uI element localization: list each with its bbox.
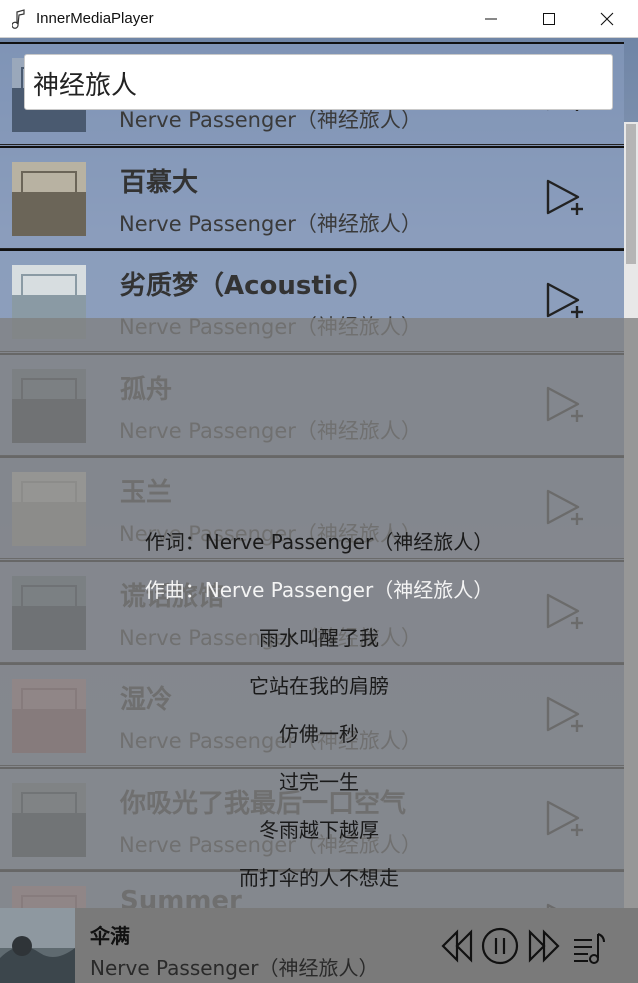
album-cover[interactable] [12,161,86,236]
lyrics-overlay[interactable]: 作词：Nerve Passenger（神经旅人） 作曲：Nerve Passeng… [0,318,638,908]
lyric-line: 它站在我的肩膀 [249,674,389,698]
scrollbar-thumb[interactable] [626,124,636,264]
song-artist: Nerve Passenger（神经旅人） [119,211,422,236]
window-title: InnerMediaPlayer [36,10,154,27]
now-playing-artist: Nerve Passenger（神经旅人） [90,956,379,980]
now-playing-title: 伞满 [90,924,130,948]
now-playing-cover[interactable] [0,908,75,983]
lyric-line: 雨水叫醒了我 [259,626,379,650]
lyric-line: 作曲：Nerve Passenger（神经旅人） [144,578,494,602]
add-to-queue-icon[interactable] [544,178,586,222]
title-bar: InnerMediaPlayer [0,0,638,38]
close-button[interactable] [578,0,636,38]
lyric-line: 冬雨越下越厚 [259,818,379,842]
playlist-icon[interactable] [570,926,610,966]
lyric-line: 作词：Nerve Passenger（神经旅人） [144,530,494,554]
song-title: 百慕大 [120,167,199,198]
music-note-icon [12,9,25,29]
pause-icon[interactable] [480,926,520,966]
previous-icon[interactable] [437,926,477,966]
song-row[interactable]: 百慕大 Nerve Passenger（神经旅人） [0,145,624,249]
song-title: 劣质梦（Acoustic） [120,271,375,301]
lyric-line: 而打伞的人不想走 [239,866,399,890]
player-bar: 伞满 Nerve Passenger（神经旅人） [0,908,638,983]
search-input[interactable]: 神经旅人 [24,54,613,110]
next-icon[interactable] [524,926,564,966]
minimize-icon [485,18,497,20]
lyric-line: 仿佛一秒 [279,722,359,746]
minimize-button[interactable] [462,0,520,38]
maximize-icon [543,13,555,25]
close-icon [600,12,614,26]
lyric-line: 过完一生 [279,770,359,794]
maximize-button[interactable] [520,0,578,38]
